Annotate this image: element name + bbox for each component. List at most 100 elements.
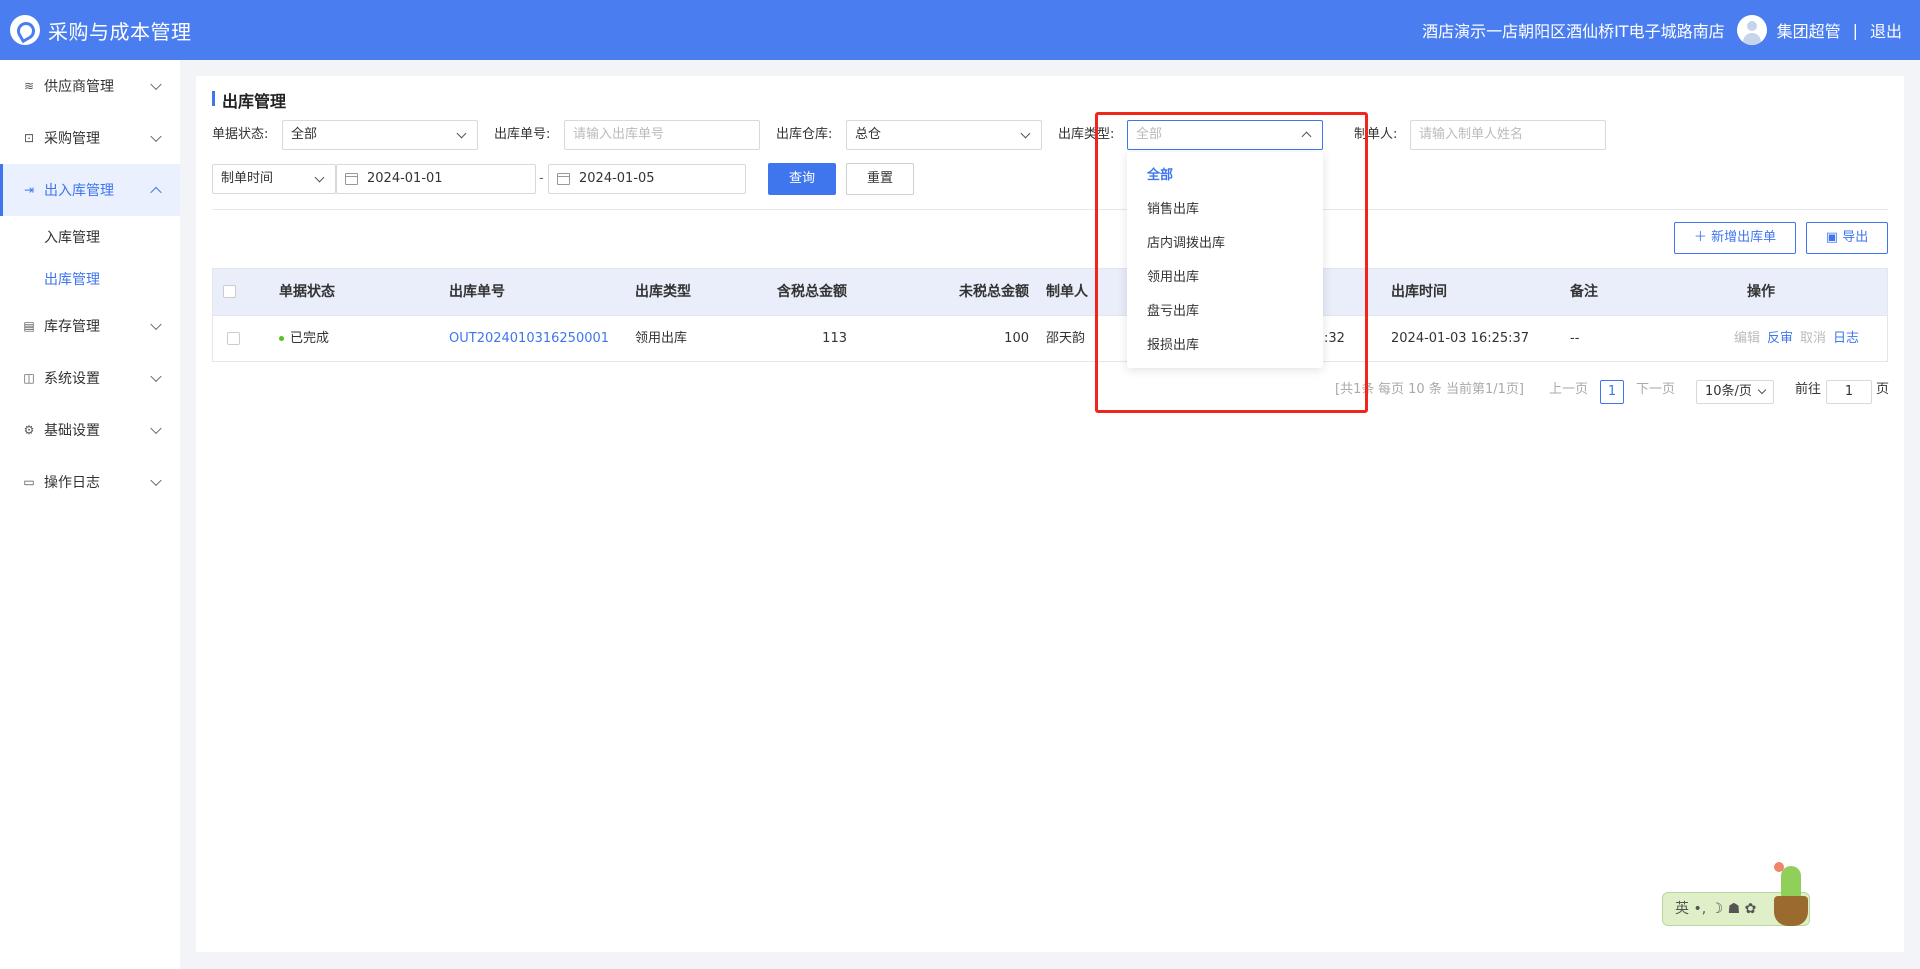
row-amount-without-tax: 100: [1004, 331, 1029, 346]
sidebar-item-purchase[interactable]: ⊡ 采购管理: [0, 112, 180, 164]
date-end-input[interactable]: 2024-01-05: [548, 164, 746, 194]
type-dropdown-menu: 全部 销售出库 店内调拨出库 领用出库 盘亏出库 报损出库: [1127, 152, 1323, 368]
system-settings-icon: ◫: [23, 371, 35, 385]
order-no-label: 出库单号:: [494, 127, 551, 142]
next-page-button[interactable]: 下一页: [1636, 378, 1675, 402]
top-header: 采购与成本管理 酒店演示一店朝阳区酒仙桥IT电子城路南店 集团超管 | 退出: [0, 0, 1920, 60]
logout-link[interactable]: 退出: [1870, 18, 1902, 42]
pagination-summary-left: [共1条: [1335, 382, 1375, 397]
user-name[interactable]: 集团超管: [1777, 18, 1841, 42]
gear-icon: ⚙: [23, 423, 35, 437]
sidebar-subitem-outbound[interactable]: 出库管理: [0, 258, 180, 300]
query-button[interactable]: 查询: [768, 163, 836, 195]
dropdown-option-all[interactable]: 全部: [1127, 159, 1323, 193]
dropdown-option-inventory-loss[interactable]: 盘亏出库: [1127, 295, 1323, 329]
warehouse-select[interactable]: 总仓: [846, 120, 1042, 150]
chevron-down-icon: [150, 130, 162, 143]
chevron-down-icon: [314, 172, 325, 183]
flower-icon: [1774, 862, 1784, 872]
date-end-value: 2024-01-05: [579, 171, 655, 186]
warehouse-io-icon: ⇥: [23, 183, 35, 197]
sidebar-item-operation-log[interactable]: ▭ 操作日志: [0, 456, 180, 508]
row-checkbox[interactable]: [227, 332, 240, 345]
reset-button[interactable]: 重置: [846, 163, 914, 195]
col-out-time: 出库时间: [1391, 284, 1447, 300]
edit-action[interactable]: 编辑: [1734, 331, 1760, 346]
sidebar-item-label: 系统设置: [44, 371, 100, 387]
row-creator: 邵天韵: [1046, 331, 1086, 346]
sidebar-item-inventory[interactable]: ▤ 库存管理: [0, 300, 180, 352]
log-action[interactable]: 日志: [1833, 331, 1859, 346]
type-label: 出库类型:: [1058, 127, 1115, 142]
sidebar-item-supplier[interactable]: ≋ 供应商管理: [0, 60, 180, 112]
sidebar-item-warehouse-io[interactable]: ⇥ 出入库管理: [0, 164, 180, 216]
app-title: 采购与成本管理: [48, 19, 192, 44]
col-status: 单据状态: [279, 284, 335, 300]
cancel-action[interactable]: 取消: [1800, 331, 1826, 346]
sidebar-item-label: 采购管理: [44, 131, 100, 147]
sidebar-item-basic-settings[interactable]: ⚙ 基础设置: [0, 404, 180, 456]
sidebar-item-label: 供应商管理: [44, 79, 114, 95]
page-1-button[interactable]: 1: [1600, 380, 1624, 404]
goto-page-input[interactable]: 1: [1826, 380, 1872, 404]
export-button[interactable]: ▣ 导出: [1806, 222, 1888, 254]
chevron-down-icon: [1020, 128, 1031, 139]
row-status: 已完成: [279, 316, 329, 362]
dropdown-option-transfer[interactable]: 店内调拨出库: [1127, 227, 1323, 261]
date-start-value: 2024-01-01: [367, 171, 443, 186]
order-no-input[interactable]: 请输入出库单号: [564, 120, 760, 150]
ime-toolbar[interactable]: 英 •, ☽ ☗ ✿: [1662, 862, 1812, 930]
row-type: 领用出库: [635, 331, 688, 346]
logo-icon: [10, 15, 40, 45]
dropdown-option-damage[interactable]: 报损出库: [1127, 329, 1323, 363]
time-type-select[interactable]: 制单时间: [212, 164, 336, 194]
select-all-checkbox[interactable]: [223, 285, 236, 298]
hotel-name[interactable]: 酒店演示一店朝阳区酒仙桥IT电子城路南店: [1422, 18, 1725, 42]
chevron-up-icon: [150, 186, 162, 199]
creator-label: 制单人:: [1354, 127, 1398, 142]
add-outbound-button[interactable]: ＋ 新增出库单: [1674, 222, 1796, 254]
supplier-icon: ≋: [23, 79, 35, 93]
row-created-time-partial: :32: [1324, 331, 1345, 346]
row-remark: --: [1570, 331, 1580, 346]
sidebar-subitem-inbound[interactable]: 入库管理: [0, 216, 180, 258]
type-select[interactable]: 全部: [1127, 120, 1323, 150]
sidebar-item-label: 出入库管理: [44, 183, 114, 199]
page-title: 出库管理: [212, 88, 286, 112]
pot-icon: [1774, 896, 1808, 926]
reverse-audit-action[interactable]: 反审: [1767, 331, 1793, 346]
sidebar-item-label: 库存管理: [44, 319, 100, 335]
chevron-down-icon: [1757, 385, 1767, 395]
chevron-down-icon: [150, 78, 162, 91]
chevron-down-icon: [150, 474, 162, 487]
status-select[interactable]: 全部: [282, 120, 478, 150]
status-select-value: 全部: [291, 127, 318, 142]
avatar[interactable]: [1736, 15, 1767, 45]
export-label: 导出: [1842, 230, 1869, 245]
col-type: 出库类型: [635, 284, 691, 300]
sidebar-item-system-settings[interactable]: ◫ 系统设置: [0, 352, 180, 404]
row-actions: 编辑 反审 取消 日志: [1734, 316, 1866, 362]
date-start-input[interactable]: 2024-01-01: [336, 164, 536, 194]
page-size-value: 10条/页: [1705, 384, 1752, 399]
header-separator: |: [1852, 20, 1858, 40]
chevron-down-icon: [150, 370, 162, 383]
dropdown-option-sales[interactable]: 销售出库: [1127, 193, 1323, 227]
table-header: 单据状态 出库单号 出库类型 含税总金额 未税总金额 制单人 出库时间 备注 操…: [213, 269, 1887, 315]
filter-divider: [212, 209, 1888, 210]
col-amount-without-tax: 未税总金额: [959, 284, 1029, 300]
row-order-no-link[interactable]: OUT2024010316250001: [449, 316, 609, 362]
goto-label: 前往: [1795, 382, 1822, 397]
chevron-up-icon: [1301, 131, 1312, 142]
row-out-time: 2024-01-03 16:25:37: [1391, 331, 1530, 346]
creator-input[interactable]: 请输入制单人姓名: [1410, 120, 1606, 150]
col-order-no: 出库单号: [449, 284, 505, 300]
table-row: 已完成 OUT2024010316250001 领用出库 113 100 邵天韵…: [213, 315, 1887, 361]
page-size-select[interactable]: 10条/页: [1696, 380, 1774, 404]
log-icon: ▭: [23, 475, 35, 489]
date-separator: -: [539, 171, 544, 186]
col-remark: 备注: [1570, 284, 1598, 300]
prev-page-button[interactable]: 上一页: [1549, 378, 1588, 402]
sidebar-item-label: 操作日志: [44, 475, 100, 491]
dropdown-option-requisition[interactable]: 领用出库: [1127, 261, 1323, 295]
